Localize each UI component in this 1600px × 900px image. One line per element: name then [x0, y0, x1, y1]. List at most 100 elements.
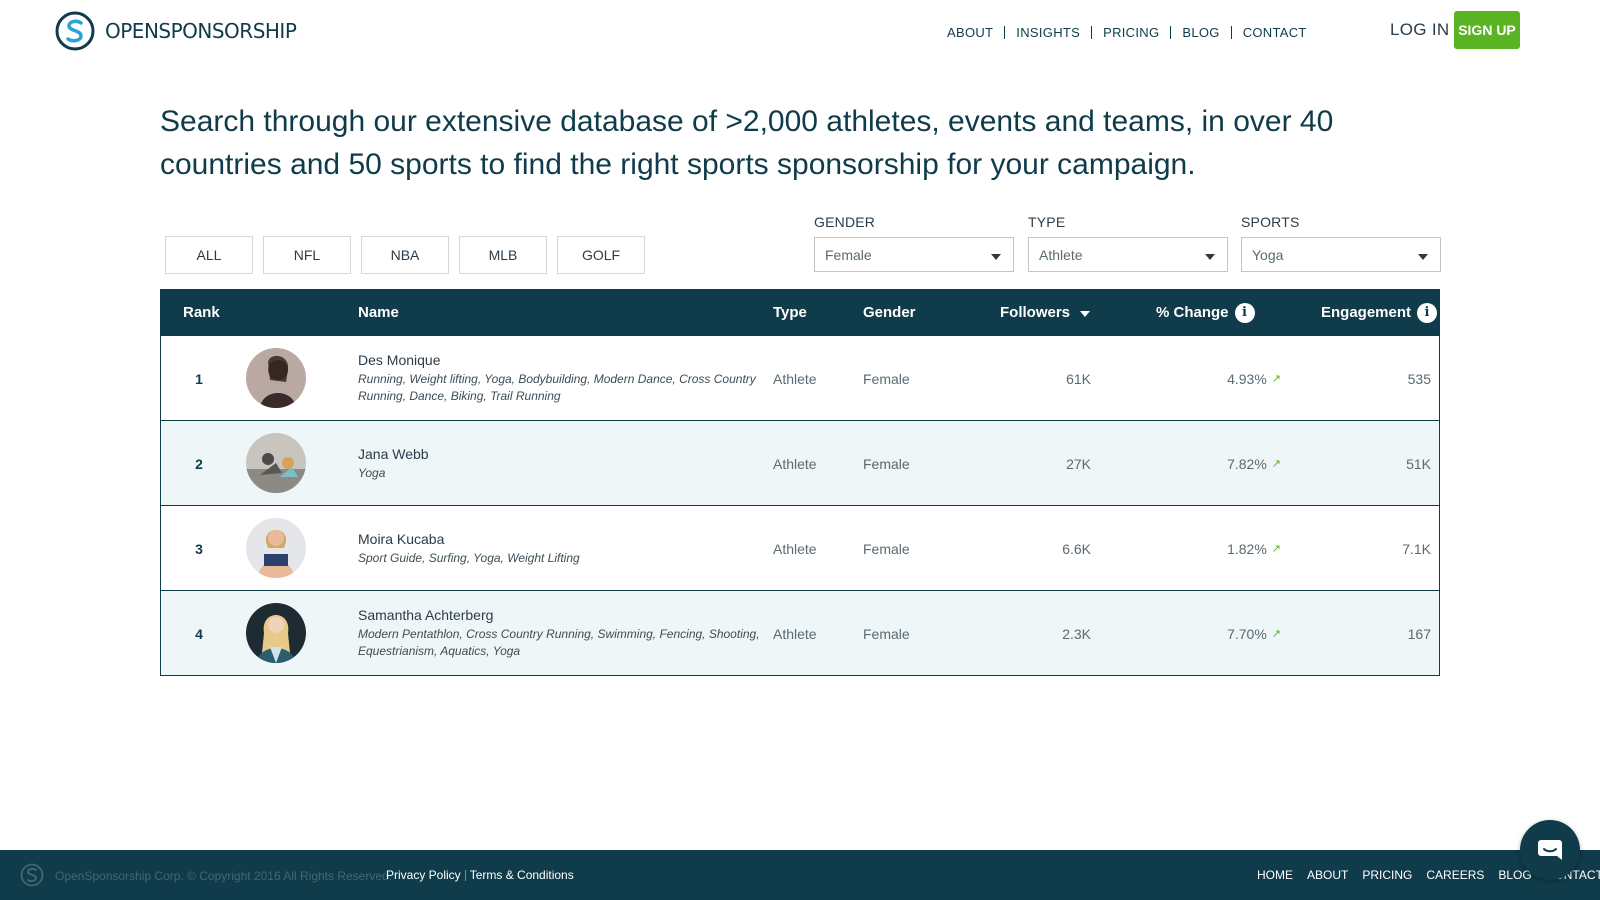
footer-nav-home[interactable]: HOME — [1257, 868, 1293, 882]
intro-text: Search through our extensive database of… — [160, 105, 1334, 181]
table-header: Rank Name Type Gender Followers % Change… — [161, 290, 1439, 335]
league-tabs: ALL NFL NBA MLB GOLF — [165, 236, 645, 274]
sports-filter: SPORTS Yoga — [1241, 214, 1441, 272]
login-link[interactable]: LOG IN — [1390, 20, 1449, 40]
footer-nav-about[interactable]: ABOUT — [1307, 868, 1348, 882]
engagement-value: 51K — [1406, 455, 1431, 472]
table-row[interactable]: 4 Samantha Achterberg Modern Pentathlon,… — [161, 590, 1439, 675]
avatar — [246, 518, 306, 578]
rank-value: 3 — [195, 540, 203, 557]
info-icon[interactable]: i — [1234, 302, 1255, 323]
tab-golf[interactable]: GOLF — [557, 236, 645, 274]
gender-filter-label: GENDER — [814, 214, 876, 230]
change-cell: 7.82% ↗ — [1161, 421, 1281, 506]
nav-about[interactable]: ABOUT — [947, 25, 993, 40]
athlete-sports: Yoga — [358, 465, 386, 480]
table-row[interactable]: 1 Des Monique Running, Weight lifting, Y… — [161, 335, 1439, 420]
gender-select-value: Female — [825, 246, 872, 263]
athlete-photo — [246, 518, 306, 578]
trend-up-icon: ↗ — [1271, 458, 1281, 470]
col-engagement-label: Engagement — [1321, 304, 1412, 321]
gender-value: Female — [863, 370, 910, 387]
col-followers[interactable]: Followers — [1000, 290, 1091, 335]
col-followers-label: Followers — [1000, 304, 1071, 321]
copyright-text: OpenSponsorship Corp. © Copyright 2016 A… — [55, 869, 393, 883]
engagement-value: 535 — [1407, 370, 1431, 387]
name-cell: Samantha Achterberg Modern Pentathlon, C… — [358, 591, 768, 676]
athlete-name[interactable]: Moira Kucaba — [358, 531, 444, 547]
change-cell: 7.70% ↗ — [1161, 591, 1281, 676]
sports-filter-label: SPORTS — [1241, 214, 1300, 230]
nav-separator — [1230, 26, 1232, 39]
name-cell: Moira Kucaba Sport Guide, Surfing, Yoga,… — [358, 506, 768, 591]
type-filter: TYPE Athlete — [1028, 214, 1228, 272]
signup-button[interactable]: SIGN UP — [1454, 11, 1520, 49]
footer-logo-icon — [20, 863, 44, 887]
footer-nav-pricing[interactable]: PRICING — [1362, 868, 1412, 882]
site-footer: OpenSponsorship Corp. © Copyright 2016 A… — [0, 850, 1600, 900]
gender-value: Female — [863, 455, 910, 472]
footer-nav-blog[interactable]: BLOG — [1498, 868, 1531, 882]
type-value: Athlete — [773, 540, 817, 557]
athlete-name[interactable]: Samantha Achterberg — [358, 607, 493, 623]
name-cell: Des Monique Running, Weight lifting, Yog… — [358, 336, 768, 421]
tab-nba[interactable]: NBA — [361, 236, 449, 274]
type-value: Athlete — [773, 625, 817, 642]
nav-pricing[interactable]: PRICING — [1103, 25, 1159, 40]
tab-mlb[interactable]: MLB — [459, 236, 547, 274]
col-gender[interactable]: Gender — [863, 290, 916, 335]
nav-contact[interactable]: CONTACT — [1243, 25, 1307, 40]
col-rank[interactable]: Rank — [183, 290, 220, 335]
privacy-policy-link[interactable]: Privacy Policy — [386, 868, 461, 882]
athlete-name[interactable]: Des Monique — [358, 352, 441, 368]
athlete-photo — [246, 603, 306, 663]
athlete-photo — [246, 348, 306, 408]
nav-insights[interactable]: INSIGHTS — [1016, 25, 1080, 40]
gender-value: Female — [863, 540, 910, 557]
followers-value: 6.6K — [1062, 540, 1091, 557]
change-cell: 4.93% ↗ — [1161, 336, 1281, 421]
table-row[interactable]: 2 Jana Webb Yoga Athlete Female 27K 7.82… — [161, 420, 1439, 505]
athlete-sports: Running, Weight lifting, Yoga, Bodybuild… — [358, 372, 756, 403]
nav-separator — [1004, 26, 1006, 39]
type-value: Athlete — [773, 455, 817, 472]
chevron-down-icon — [1418, 253, 1428, 260]
athlete-name[interactable]: Jana Webb — [358, 446, 429, 462]
col-change[interactable]: % Change i — [1156, 290, 1255, 335]
athlete-sports: Sport Guide, Surfing, Yoga, Weight Lifti… — [358, 550, 580, 565]
tab-all[interactable]: ALL — [165, 236, 253, 274]
athlete-photo — [246, 433, 306, 493]
tab-nfl[interactable]: NFL — [263, 236, 351, 274]
col-type[interactable]: Type — [773, 290, 807, 335]
type-select[interactable]: Athlete — [1028, 237, 1228, 272]
rank-value: 2 — [195, 455, 203, 472]
rankings-table: Rank Name Type Gender Followers % Change… — [160, 289, 1440, 676]
followers-value: 27K — [1066, 455, 1091, 472]
col-engagement[interactable]: Engagement i — [1321, 290, 1438, 335]
sports-select[interactable]: Yoga — [1241, 237, 1441, 272]
name-cell: Jana Webb Yoga — [358, 421, 768, 506]
site-header: OPENSPONSORSHIP ABOUT INSIGHTS PRICING B… — [0, 0, 1600, 62]
change-value: 4.93% — [1227, 370, 1267, 387]
logo-icon — [55, 11, 95, 51]
trend-up-icon: ↗ — [1271, 628, 1281, 640]
change-value: 1.82% — [1227, 540, 1267, 557]
gender-filter: GENDER Female — [814, 214, 1014, 272]
chat-launcher-button[interactable] — [1520, 820, 1580, 880]
logo[interactable]: OPENSPONSORSHIP — [55, 11, 297, 51]
nav-separator — [1091, 26, 1093, 39]
table-row[interactable]: 3 Moira Kucaba Sport Guide, Surfing, Yog… — [161, 505, 1439, 590]
avatar — [246, 433, 306, 493]
col-change-label: % Change — [1156, 304, 1229, 321]
gender-value: Female — [863, 625, 910, 642]
rank-value: 1 — [195, 370, 203, 387]
type-value: Athlete — [773, 370, 817, 387]
type-filter-label: TYPE — [1028, 214, 1066, 230]
terms-link[interactable]: Terms & Conditions — [470, 868, 574, 882]
avatar — [246, 348, 306, 408]
col-name[interactable]: Name — [358, 290, 399, 335]
footer-nav-careers[interactable]: CAREERS — [1426, 868, 1484, 882]
gender-select[interactable]: Female — [814, 237, 1014, 272]
nav-blog[interactable]: BLOG — [1182, 25, 1219, 40]
info-icon[interactable]: i — [1417, 302, 1438, 323]
